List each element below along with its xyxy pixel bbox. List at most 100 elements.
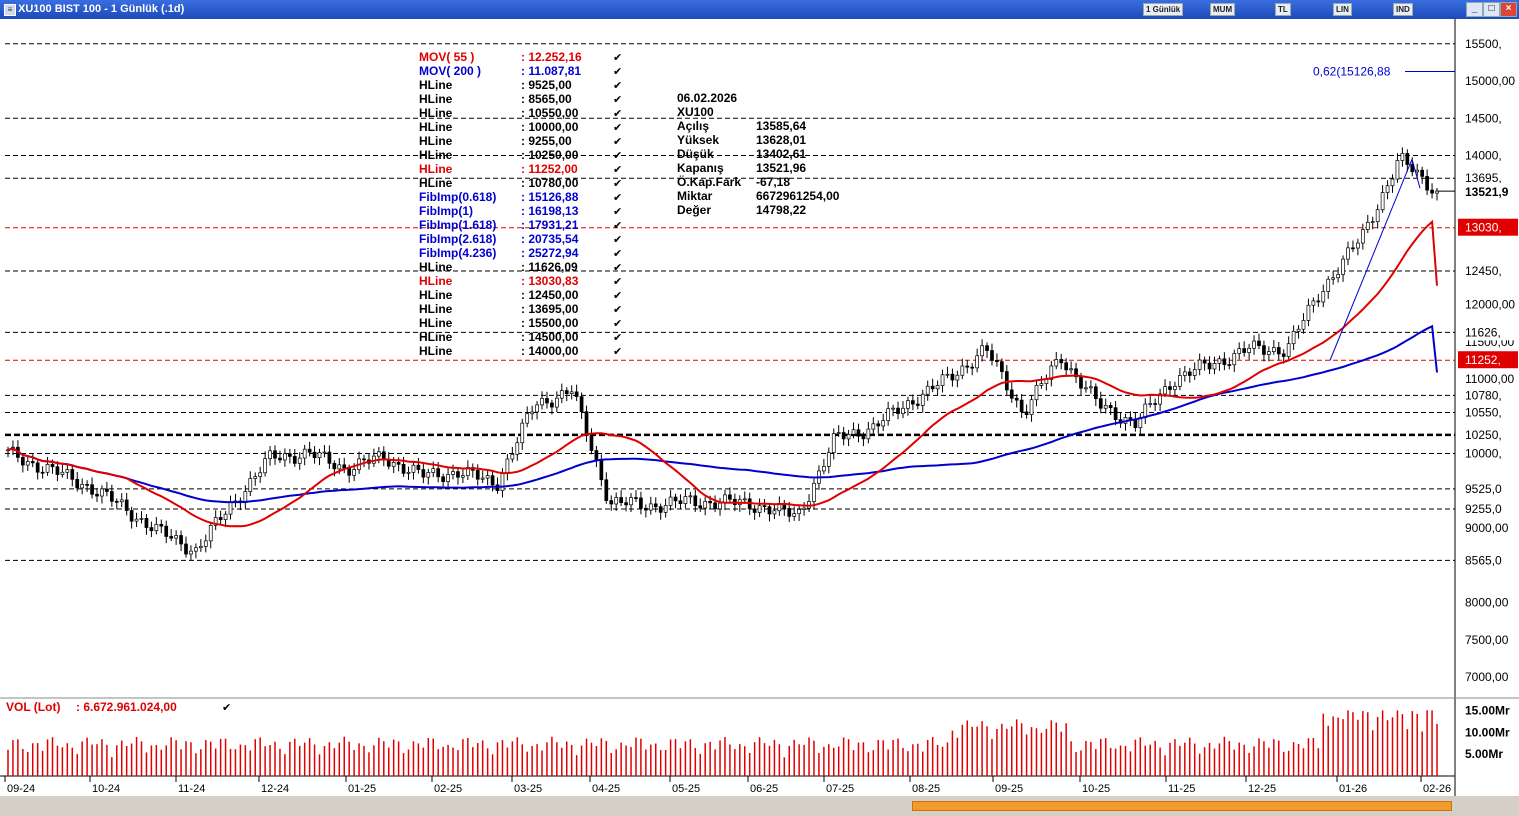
candle-body bbox=[1360, 229, 1365, 244]
candle-body bbox=[1395, 160, 1400, 180]
candle-body bbox=[1247, 347, 1251, 353]
candle-body bbox=[881, 420, 886, 427]
hline-label: 12450, bbox=[1465, 264, 1502, 278]
y-tick-label: 15000,00 bbox=[1465, 74, 1515, 88]
legend-value: : 12450,00 bbox=[521, 288, 579, 302]
horizontal-scrollbar[interactable] bbox=[0, 796, 1519, 816]
check-icon: ✔ bbox=[613, 289, 622, 302]
candle-body bbox=[342, 464, 347, 469]
tool-indicator[interactable]: IND bbox=[1393, 3, 1413, 16]
period-selector[interactable]: 1 Günlük bbox=[1143, 3, 1184, 16]
legend-value: : 10780,00 bbox=[521, 176, 579, 190]
legend-value: : 15126,88 bbox=[521, 190, 579, 204]
x-tick-label: 10-24 bbox=[92, 783, 120, 795]
volume-label: VOL (Lot) bbox=[6, 700, 60, 714]
candle-body bbox=[1351, 247, 1355, 250]
maximize-icon[interactable]: □ bbox=[1483, 2, 1500, 17]
chart-window-icon[interactable]: ≡ bbox=[4, 4, 16, 16]
close-icon[interactable]: × bbox=[1500, 2, 1517, 17]
candle-body bbox=[713, 502, 717, 510]
check-icon: ✔ bbox=[613, 261, 622, 274]
legend-name: HLine bbox=[419, 260, 453, 274]
candle-body bbox=[945, 373, 950, 376]
x-tick-label: 07-25 bbox=[826, 783, 854, 795]
candle-body bbox=[451, 471, 455, 475]
candle-body bbox=[1252, 340, 1256, 349]
tool-currency[interactable]: TL bbox=[1275, 3, 1291, 16]
candle-body bbox=[629, 497, 633, 506]
candle-body bbox=[940, 374, 945, 386]
price-chart[interactable]: 15000,0012000,0011500,0011000,009000,008… bbox=[0, 19, 1519, 796]
legend-value: : 11252,00 bbox=[521, 162, 578, 176]
candle-body bbox=[1281, 353, 1286, 357]
candle-body bbox=[985, 345, 989, 351]
candle-body bbox=[302, 448, 307, 459]
info-label: Düşük bbox=[677, 147, 714, 161]
candle-body bbox=[995, 360, 999, 362]
candle-body bbox=[1227, 364, 1232, 366]
candle-body bbox=[109, 491, 114, 502]
candle-body bbox=[1148, 403, 1153, 405]
candle-body bbox=[1069, 368, 1073, 371]
check-icon: ✔ bbox=[613, 65, 622, 78]
legend-name: HLine bbox=[419, 162, 453, 176]
scrollbar-thumb[interactable] bbox=[912, 801, 1452, 811]
candle-body bbox=[114, 500, 119, 503]
candle-body bbox=[1009, 389, 1014, 399]
hline-label: 9525,0 bbox=[1465, 482, 1502, 496]
candle-body bbox=[1365, 221, 1370, 230]
legend-name: HLine bbox=[419, 134, 453, 148]
legend-value: : 11.087,81 bbox=[521, 64, 581, 78]
candle-body bbox=[253, 476, 258, 479]
candle-body bbox=[693, 495, 698, 507]
candle-body bbox=[1425, 176, 1429, 191]
legend-name: MOV( 55 ) bbox=[419, 50, 474, 64]
candle-body bbox=[426, 472, 431, 478]
x-tick-label: 02-25 bbox=[434, 783, 462, 795]
candle-body bbox=[1217, 358, 1222, 364]
candle-body bbox=[1000, 361, 1004, 372]
candle-body bbox=[935, 385, 940, 390]
hline-label: 10000, bbox=[1465, 447, 1502, 461]
x-tick-label: 11-24 bbox=[178, 783, 205, 795]
candle-body bbox=[663, 505, 668, 513]
candle-body bbox=[1331, 277, 1336, 280]
candle-body bbox=[25, 461, 30, 466]
candle-body bbox=[144, 518, 149, 528]
candle-body bbox=[1029, 399, 1034, 415]
candle-body bbox=[154, 523, 159, 532]
info-value: 13628,01 bbox=[756, 133, 806, 147]
minimize-icon[interactable]: _ bbox=[1466, 2, 1483, 17]
candle-body bbox=[391, 462, 396, 467]
hline-label: 11626, bbox=[1465, 325, 1501, 339]
hline-label: 14500, bbox=[1465, 111, 1502, 125]
candle-body bbox=[634, 497, 638, 499]
tool-candle[interactable]: MUM bbox=[1210, 3, 1236, 16]
candle-body bbox=[589, 435, 594, 451]
candle-body bbox=[1237, 348, 1242, 354]
candle-body bbox=[876, 423, 881, 427]
candle-body bbox=[347, 467, 352, 476]
candle-body bbox=[1321, 291, 1326, 303]
candle-body bbox=[915, 403, 920, 406]
candle-body bbox=[1316, 300, 1321, 303]
candle-body bbox=[124, 499, 129, 511]
tool-scale[interactable]: LIN bbox=[1333, 3, 1352, 16]
candle-body bbox=[218, 517, 223, 521]
candle-body bbox=[1306, 304, 1311, 321]
check-icon: ✔ bbox=[222, 701, 231, 714]
candle-body bbox=[772, 510, 777, 515]
y-tick-label: 7500,00 bbox=[1465, 633, 1509, 647]
info-value: 13585,64 bbox=[756, 119, 806, 133]
info-label: Miktar bbox=[677, 189, 713, 203]
candle-body bbox=[20, 457, 25, 466]
candle-body bbox=[283, 453, 287, 461]
legend-value: : 10000,00 bbox=[521, 120, 579, 134]
hline-label: 13030, bbox=[1465, 221, 1502, 235]
candle-body bbox=[1024, 411, 1029, 415]
candle-body bbox=[100, 488, 104, 497]
check-icon: ✔ bbox=[613, 191, 622, 204]
check-icon: ✔ bbox=[613, 247, 622, 260]
candle-body bbox=[648, 503, 653, 511]
candle-body bbox=[886, 408, 890, 421]
